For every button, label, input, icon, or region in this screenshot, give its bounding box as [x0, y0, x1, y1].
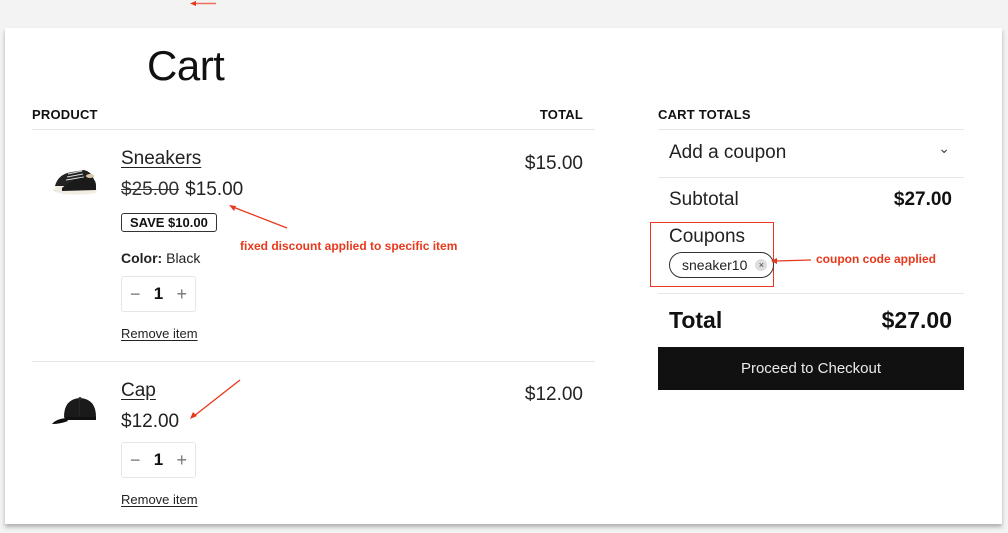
item-divider — [32, 361, 595, 362]
attribute-value: Black — [166, 250, 201, 266]
decrement-button[interactable]: − — [130, 284, 141, 305]
add-coupon-toggle[interactable]: Add a coupon ⌄ — [658, 130, 964, 177]
total-divider — [658, 293, 964, 294]
column-header-product: PRODUCT — [32, 107, 98, 122]
coupon-divider — [658, 177, 964, 178]
remove-item-link[interactable]: Remove item — [121, 492, 198, 507]
add-coupon-label: Add a coupon — [669, 142, 787, 163]
product-price: $12.00 — [121, 411, 180, 432]
annotation-arrow-discount — [229, 205, 288, 229]
chevron-down-icon: ⌄ — [938, 140, 950, 156]
annotation-item-discount: fixed discount applied to specific item — [240, 239, 458, 253]
line-total: $15.00 — [524, 153, 583, 174]
annotation-coupon-applied: coupon code applied — [816, 252, 937, 266]
proceed-to-checkout-button[interactable]: Proceed to Checkout — [658, 347, 964, 390]
cart-page: Cart PRODUCT TOTAL Sneakers $25.00 $15.00… — [5, 28, 1002, 524]
product-attribute: Color: Black — [121, 250, 200, 266]
remove-item-link[interactable]: Remove item — [121, 326, 198, 341]
total-value: $27.00 — [881, 307, 952, 333]
sneakers-image[interactable] — [50, 164, 100, 196]
original-price: $25.00 — [121, 179, 180, 200]
sale-price: $15.00 — [185, 179, 244, 200]
remove-coupon-icon[interactable]: × — [755, 259, 768, 271]
coupons-label: Coupons — [669, 226, 746, 247]
product-price: $25.00 $15.00 — [121, 179, 243, 201]
page-title: Cart — [147, 42, 225, 89]
quantity-value[interactable]: 1 — [154, 284, 163, 304]
increment-button[interactable]: + — [176, 450, 187, 471]
total-label: Total — [669, 307, 723, 333]
quantity-stepper: − 1 + — [121, 442, 196, 478]
subtotal-value: $27.00 — [893, 189, 952, 210]
column-header-total: TOTAL — [539, 107, 583, 122]
coupon-code: sneaker10 — [682, 257, 748, 273]
annotation-arrow-cap — [190, 379, 241, 419]
annotation-arrow-coupon — [771, 258, 812, 264]
coupon-chip: sneaker10 × — [669, 252, 775, 278]
product-name-link[interactable]: Cap — [121, 380, 156, 402]
subtotal-label: Subtotal — [669, 189, 739, 210]
increment-button[interactable]: + — [176, 284, 187, 305]
save-badge: SAVE $10.00 — [121, 213, 217, 232]
annotation-arrow-top — [190, 1, 216, 6]
attribute-label: Color: — [121, 250, 163, 266]
cap-image[interactable] — [50, 393, 100, 429]
quantity-stepper: − 1 + — [121, 276, 196, 312]
cart-totals-heading: CART TOTALS — [658, 107, 751, 122]
quantity-value[interactable]: 1 — [154, 450, 163, 470]
line-total: $12.00 — [524, 384, 583, 405]
decrement-button[interactable]: − — [130, 450, 141, 471]
header-divider — [32, 129, 595, 130]
product-name-link[interactable]: Sneakers — [121, 148, 201, 170]
